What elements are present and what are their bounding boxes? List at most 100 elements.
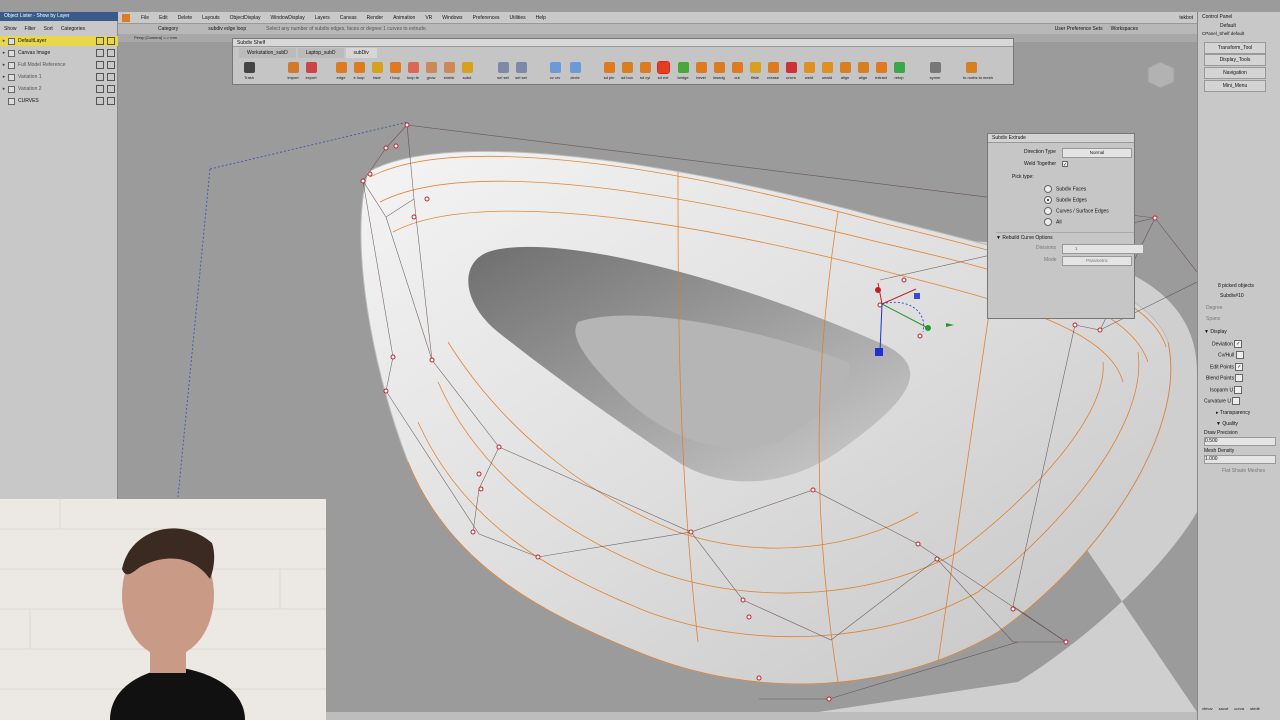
layer-options-icon[interactable] [96, 61, 104, 69]
menu-help[interactable]: Help [531, 15, 551, 21]
shelf-tool-export[interactable]: export [303, 62, 319, 80]
tab-subdiv[interactable]: subDiv [345, 48, 377, 58]
layer-row-variation-2[interactable]: ▸ Variation 2 [0, 84, 118, 94]
display-curvature-u[interactable]: Curvature U [1204, 397, 1241, 405]
layer-row-defaultlayer[interactable]: ▸ DefaultLayer [0, 36, 118, 46]
divisions-field[interactable]: 1 [1062, 244, 1144, 254]
menu-render[interactable]: Render [362, 15, 388, 21]
menu-edit[interactable]: Edit [154, 15, 173, 21]
layer-state-icon[interactable] [107, 97, 115, 105]
expand-arrow-icon[interactable]: ▸ [0, 48, 8, 58]
display-isoparm-u[interactable]: Isoparm U [1210, 386, 1243, 394]
flat-shade-meshes[interactable]: Flat Shade Meshes [1222, 468, 1265, 474]
vfmov-tool[interactable]: vfmov [1202, 706, 1213, 711]
shelf-tool-subd[interactable]: subd [459, 62, 475, 80]
layer-visibility-checkbox[interactable] [8, 61, 15, 69]
shelf-tool-bevel[interactable]: bevel [693, 62, 709, 80]
layer-row-canvas-image[interactable]: ▸ Canvas Image [0, 48, 118, 58]
shelf-tool-insedg[interactable]: insedg [711, 62, 727, 80]
curvature-u-checkbox[interactable] [1232, 397, 1241, 405]
menu-preferences[interactable]: Preferences [468, 15, 505, 21]
expand-arrow-icon[interactable]: ▸ [0, 36, 8, 46]
shelf-tool-align[interactable]: align [855, 62, 871, 80]
shelf-tool-f-loop[interactable]: f loop [387, 62, 403, 80]
shelf-tool-sd-ext[interactable]: sd ext [655, 61, 671, 80]
shelf-tool-shrink[interactable]: shrink [441, 62, 457, 80]
display-tools-button[interactable]: Display_Tools [1204, 54, 1266, 66]
display-edit-points[interactable]: Edit Points ✓ [1210, 363, 1244, 371]
shelf-tool-import[interactable]: import [285, 62, 301, 80]
shelf-tool-to-nurbs-to-mesh[interactable]: to nurbs to mesh [963, 62, 993, 80]
lister-menu-categories[interactable]: Categories [61, 26, 85, 32]
lister-menu-sort[interactable]: Sort [44, 26, 53, 32]
lister-menu-show[interactable]: Show [4, 26, 17, 32]
layer-row-full-model-reference[interactable]: ▸ Full Model Reference [0, 60, 118, 70]
mode-dropdown[interactable]: Parametric [1062, 256, 1132, 266]
shelf-tool-fllsle[interactable]: fllsle [747, 62, 763, 80]
layer-visibility-checkbox[interactable] [8, 49, 15, 57]
expand-arrow-icon[interactable]: ▸ [0, 72, 8, 82]
viewport-horizontal-scrollbar[interactable] [326, 712, 1197, 720]
mini-menu-button[interactable]: Mini_Menu [1204, 80, 1266, 92]
savof-tool[interactable]: savof [1219, 706, 1229, 711]
deviation-checkbox[interactable]: ✓ [1234, 340, 1243, 348]
layer-options-icon[interactable] [96, 97, 104, 105]
layer-state-icon[interactable] [107, 85, 115, 93]
display-deviation[interactable]: Deviation ✓ [1212, 340, 1243, 348]
draw-precision-field[interactable]: 0.500 [1204, 437, 1276, 446]
menu-canvas[interactable]: Canvas [335, 15, 362, 21]
quality-section[interactable]: ▼ Quality [1216, 421, 1238, 427]
shelf-tool-retop[interactable]: retop [891, 62, 907, 80]
navigation-button[interactable]: Navigation [1204, 67, 1266, 79]
shelf-tool-circle[interactable]: circle [567, 62, 583, 80]
cv-hull-checkbox[interactable] [1235, 351, 1244, 359]
layer-options-icon[interactable] [96, 49, 104, 57]
menu-layers[interactable]: Layers [310, 15, 335, 21]
shelf-tool-extract[interactable]: extract [873, 62, 889, 80]
shelf-tool-e-loop[interactable]: e loop [351, 62, 367, 80]
shelf-tool-loop-fe[interactable]: loop fe [405, 62, 421, 80]
display-section[interactable]: ▼ Display [1204, 329, 1227, 335]
edit-points-checkbox[interactable]: ✓ [1235, 363, 1244, 371]
menu-file[interactable]: File [136, 15, 154, 21]
display-cv-hull[interactable]: Cv/Hull [1218, 351, 1244, 359]
user-preference-sets[interactable]: User Preference Sets [1055, 26, 1103, 32]
menu-utilities[interactable]: Utilities [505, 15, 531, 21]
menu-objectdisplay[interactable]: ObjectDisplay [225, 15, 266, 21]
layer-state-icon[interactable] [107, 73, 115, 81]
tab-laptop-subd[interactable]: Laptop_subD [297, 48, 344, 58]
stedit-tool[interactable]: stedit [1250, 706, 1260, 711]
shelf-tool-face[interactable]: face [369, 62, 385, 80]
shelf-tool-unwld[interactable]: unwld [819, 62, 835, 80]
expand-arrow-icon[interactable]: ▸ [0, 84, 8, 94]
shelf-name[interactable]: CPanel_Shelf default [1202, 31, 1244, 36]
pick-option-curves-surface-edges[interactable]: Curves / Surface Edges [1044, 207, 1109, 215]
pick-option-subdiv-faces[interactable]: Subdiv Faces [1044, 185, 1086, 193]
shelf-tool-crease[interactable]: crease [765, 62, 781, 80]
menu-windows[interactable]: Windows [437, 15, 467, 21]
isoparm-u-checkbox[interactable] [1234, 386, 1243, 394]
trash-button[interactable]: Trash [241, 62, 257, 80]
shelf-tool-sel-set[interactable]: sel set [513, 62, 529, 80]
shelf-tool-uncrs[interactable]: uncrs [783, 62, 799, 80]
shelf-tool-cut[interactable]: cut [729, 62, 745, 80]
transparency-section[interactable]: ▸ Transparency [1216, 410, 1250, 416]
shelf-tool-sd-pln[interactable]: sd pln [601, 62, 617, 80]
direction-type-dropdown[interactable]: Normal [1062, 148, 1132, 158]
layer-options-icon[interactable] [96, 73, 104, 81]
layer-row-variation-1[interactable]: ▸ Variation 1 [0, 72, 118, 82]
curva-tool[interactable]: curva [1234, 706, 1244, 711]
layer-options-icon[interactable] [96, 37, 104, 45]
shelf-tool-grow[interactable]: grow [423, 62, 439, 80]
tab-workstation-subd[interactable]: Workstation_subD [239, 48, 296, 58]
layer-options-icon[interactable] [96, 85, 104, 93]
layer-row-curves[interactable]: CURVES [0, 96, 118, 106]
menu-windowdisplay[interactable]: WindowDisplay [266, 15, 310, 21]
layer-state-icon[interactable] [107, 49, 115, 57]
transform-tool-button[interactable]: Transform_Tool [1204, 42, 1266, 54]
menu-layouts[interactable]: Layouts [197, 15, 225, 21]
layer-visibility-checkbox[interactable] [8, 73, 15, 81]
shelf-tool-sd-box[interactable]: sd box [619, 62, 635, 80]
layer-state-icon[interactable] [107, 61, 115, 69]
shelf-tool-sel-set[interactable]: sel set [495, 62, 511, 80]
